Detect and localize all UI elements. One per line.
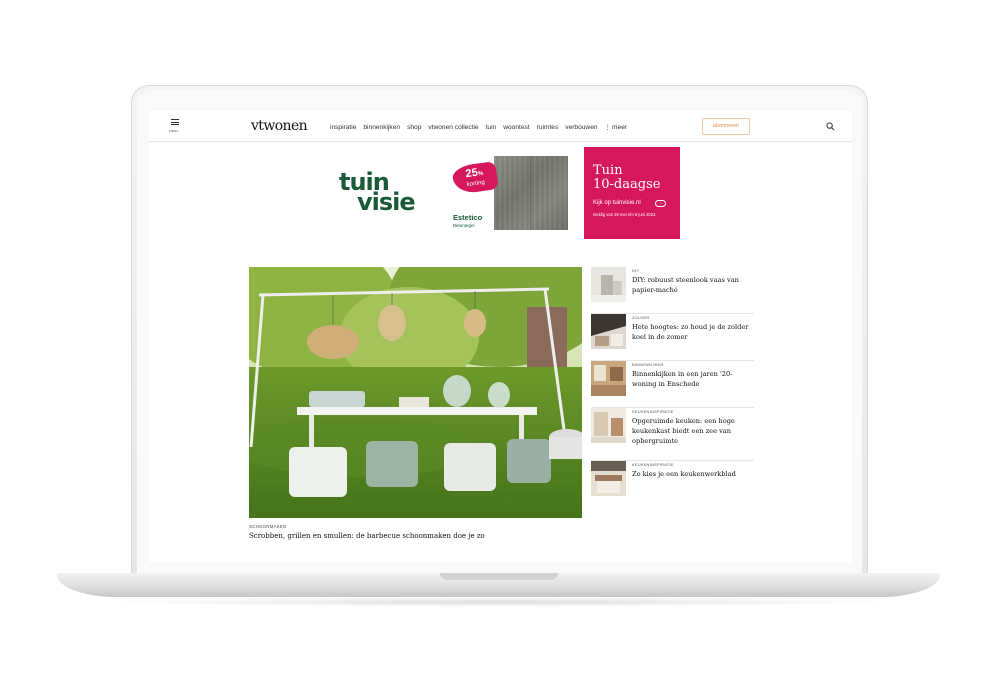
article-thumbnail <box>591 314 626 349</box>
search-icon[interactable] <box>826 122 835 131</box>
nav-item-tuin[interactable]: tuin <box>486 124 497 132</box>
article-thumbnail <box>591 361 626 396</box>
browser-screen: MENU vtwonen inspiratie binnenkijken sho… <box>149 111 852 562</box>
article-category: KEUKENINSPIRATIE <box>632 409 674 414</box>
nav-item-ruimtes[interactable]: ruimtes <box>537 124 559 132</box>
article-title[interactable]: Zo kies je een keukenwerkblad <box>632 469 754 479</box>
menu-button[interactable]: MENU <box>169 119 183 135</box>
promo-valid-text: Geldig van 26 mei t/m 5 juni 2023. <box>593 212 657 217</box>
discount-badge: 25% korting <box>451 161 499 195</box>
nav-item-woontest[interactable]: woontest <box>503 124 529 132</box>
side-article-list: DIY DIY: robuust steenlook vaas van papi… <box>591 267 754 508</box>
list-item[interactable]: BINNENKIJKEN Binnenkijken in een jaren '… <box>591 361 754 408</box>
ad-product-image <box>494 156 568 230</box>
list-item[interactable]: KEUKENINSPIRATIE Zo kies je een keukenwe… <box>591 461 754 508</box>
article-thumbnail <box>591 461 626 496</box>
list-item[interactable]: DIY DIY: robuust steenlook vaas van papi… <box>591 267 754 314</box>
menu-label: MENU <box>169 129 179 133</box>
nav-item-verbouwen[interactable]: verbouwen <box>565 124 597 132</box>
main-nav: inspiratie binnenkijken shop vtwonen col… <box>330 124 634 132</box>
article-category: BINNENKIJKEN <box>632 362 664 367</box>
nav-item-inspiratie[interactable]: inspiratie <box>330 124 356 132</box>
discount-unit: % <box>477 170 484 178</box>
nav-item-vtwonen-collectie[interactable]: vtwonen collectie <box>428 124 478 132</box>
site-header: MENU vtwonen inspiratie binnenkijken sho… <box>149 111 852 142</box>
promo-cta[interactable]: Kijk op tuinvisie.nl <box>593 200 641 206</box>
promo-title-2: 10-daagse <box>593 177 661 192</box>
nav-item-more[interactable]: ⋮ meer <box>605 124 628 132</box>
laptop-notch <box>440 573 558 580</box>
list-item[interactable]: KEUKENINSPIRATIE Opgeruimde keuken: een … <box>591 408 754 461</box>
article-title[interactable]: Opgeruimde keuken: een hoge keukenkast b… <box>632 416 754 446</box>
more-dots-icon: ⋮ <box>604 124 612 131</box>
article-title[interactable]: DIY: robuust steenlook vaas van papier-m… <box>632 275 754 295</box>
article-thumbnail <box>591 408 626 443</box>
subscribe-button[interactable]: abonneren <box>702 118 750 135</box>
hero-image[interactable] <box>249 267 582 518</box>
article-category: ZOLDER <box>632 315 650 320</box>
site-logo[interactable]: vtwonen <box>251 118 308 134</box>
tuinvisie-logo: tuin visie <box>339 170 416 214</box>
article-category: KEUKENINSPIRATIE <box>632 462 674 467</box>
ad-promo-panel[interactable]: Tuin 10-daagse Kijk op tuinvisie.nl → Ge… <box>584 147 680 239</box>
article-title[interactable]: Binnenkijken in een jaren '20-woning in … <box>632 369 754 389</box>
hero-title[interactable]: Scrobben, grillen en smullen: de barbecu… <box>249 532 485 540</box>
article-thumbnail <box>591 267 626 302</box>
ad-product-name: Estetico <box>453 213 483 222</box>
promo-title-1: Tuin <box>593 163 623 178</box>
nav-more-label: meer <box>612 124 628 131</box>
ad-banner[interactable]: tuin visie 25% korting Estetico Betonteg… <box>337 147 680 239</box>
hero-category: SCHOONMAKEN <box>249 524 287 529</box>
nav-item-shop[interactable]: shop <box>407 124 421 132</box>
ad-product-sub: Betontegel <box>453 223 475 228</box>
laptop-shadow <box>90 597 910 607</box>
arrow-right-icon: → <box>655 200 666 207</box>
hamburger-icon <box>171 119 179 125</box>
article-category: DIY <box>632 268 640 273</box>
article-title[interactable]: Hete hoogtes: zo houd je de zolder koel … <box>632 322 754 342</box>
nav-item-binnenkijken[interactable]: binnenkijken <box>363 124 400 132</box>
list-item[interactable]: ZOLDER Hete hoogtes: zo houd je de zolde… <box>591 314 754 361</box>
